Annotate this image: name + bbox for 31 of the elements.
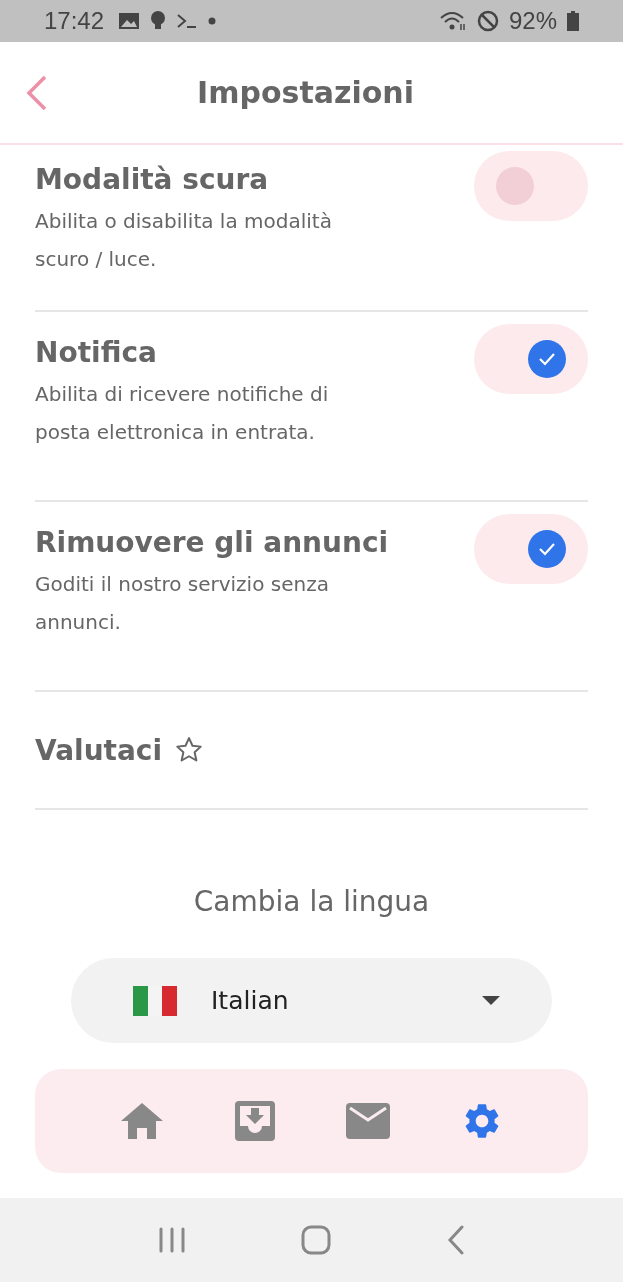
lightbulb-icon xyxy=(150,10,167,32)
home-icon[interactable] xyxy=(120,1101,165,1141)
blocked-icon xyxy=(476,10,499,32)
dot-icon xyxy=(208,17,217,25)
terminal-icon xyxy=(176,13,199,29)
battery-percent: 92% xyxy=(508,7,557,35)
status-time: 17:42 xyxy=(44,7,105,35)
battery-icon xyxy=(567,11,579,31)
flag-icon xyxy=(133,985,177,1016)
star-icon[interactable] xyxy=(174,735,205,765)
setting-description: Goditi il nostro servizio senza annunci. xyxy=(35,571,330,636)
back-nav-icon[interactable] xyxy=(447,1225,466,1255)
inbox-download-icon[interactable] xyxy=(235,1101,276,1141)
check-icon xyxy=(538,352,556,366)
language-dropdown[interactable]: Italian xyxy=(71,958,552,1043)
setting-description: Abilita o disabilita la modalità scuro / luce. xyxy=(35,208,333,273)
screen-title: Impostazioni xyxy=(197,75,414,110)
mail-icon[interactable] xyxy=(345,1103,390,1139)
caret-icon xyxy=(482,995,500,1006)
setting-title: Modalità scura xyxy=(35,163,270,196)
wifi-icon xyxy=(438,10,467,32)
setting-description: Abilita di ricevere notifiche di posta elettronica in entrata. xyxy=(35,381,330,446)
recent-apps-icon[interactable] xyxy=(157,1227,186,1253)
image-icon xyxy=(118,11,141,31)
check-icon xyxy=(538,542,556,556)
rate-link[interactable]: Valutaci xyxy=(35,733,163,767)
back-icon[interactable] xyxy=(26,75,48,111)
setting-title: Rimuovere gli annunci xyxy=(35,526,390,559)
setting-title: Notifica xyxy=(35,336,158,369)
home-button-icon[interactable] xyxy=(301,1225,332,1255)
language-label: Cambia la lingua xyxy=(192,885,431,918)
